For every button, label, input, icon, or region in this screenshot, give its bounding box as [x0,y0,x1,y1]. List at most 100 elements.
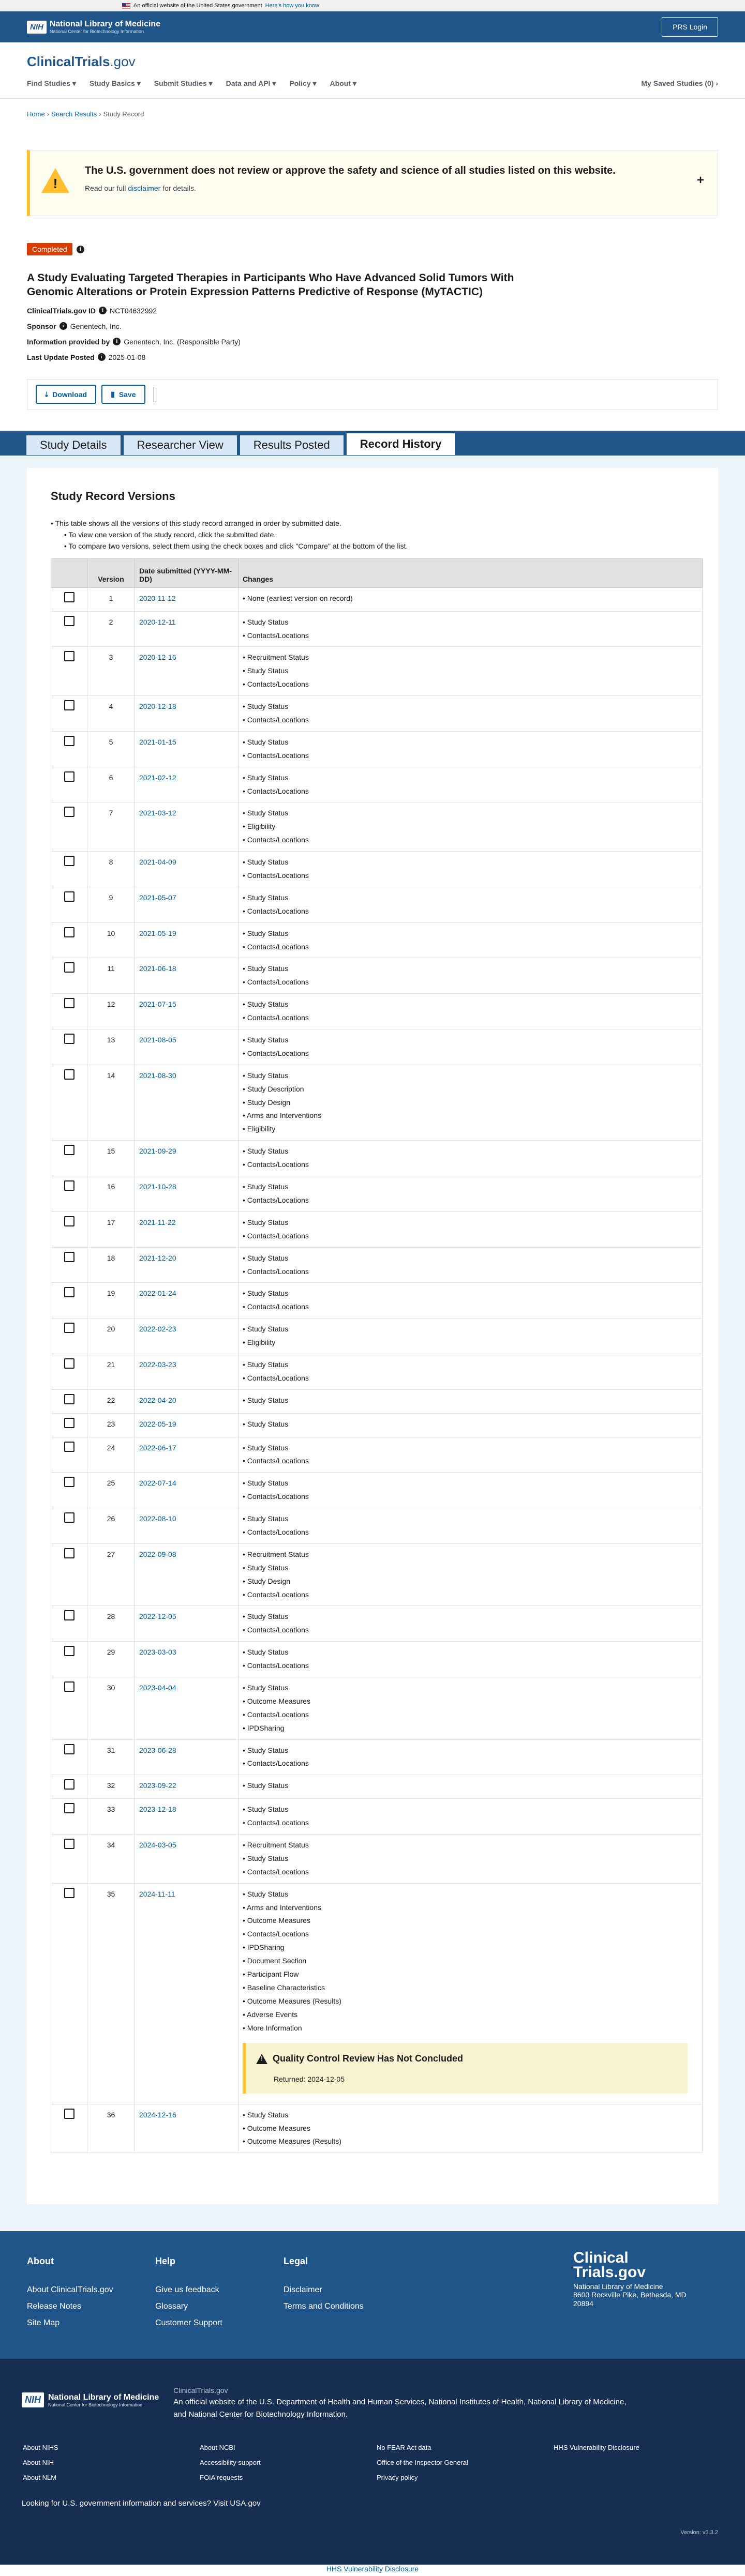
version-date-link[interactable]: 2022-12-05 [139,1612,176,1620]
version-checkbox[interactable] [64,1287,74,1298]
footer-link[interactable]: Accessibility support [200,2459,377,2466]
disclaimer-link[interactable]: disclaimer [128,184,160,192]
tab-researcher-view[interactable]: Researcher View [123,434,237,456]
usa-gov-link[interactable]: Visit USA.gov [213,2499,260,2508]
hhs-link[interactable]: U.S. Department of Health and Human Serv… [259,2398,424,2406]
heres-how-link[interactable]: Here's how you know [265,3,319,9]
info-icon[interactable]: i [97,353,106,361]
version-checkbox[interactable] [64,927,74,937]
version-checkbox[interactable] [64,807,74,817]
tab-results-posted[interactable]: Results Posted [239,434,344,456]
expand-plus-icon[interactable]: + [697,173,704,188]
save-button[interactable]: ▮ Save [101,385,145,404]
footer-link[interactable]: FOIA requests [200,2474,377,2481]
version-date-link[interactable]: 2021-05-07 [139,893,176,902]
version-checkbox[interactable] [64,1803,74,1814]
version-date-link[interactable]: 2020-11-12 [139,594,176,602]
tab-study-details[interactable]: Study Details [26,434,121,456]
version-checkbox[interactable] [64,700,74,711]
version-checkbox[interactable] [64,1358,74,1369]
breadcrumb-search-results[interactable]: Search Results [51,110,97,118]
version-date-link[interactable]: 2022-03-23 [139,1360,176,1369]
version-date-link[interactable]: 2024-11-11 [139,1890,175,1898]
nav-item[interactable]: Data and API ▾ [226,79,276,88]
version-checkbox[interactable] [64,651,74,662]
nav-item[interactable]: Study Basics ▾ [90,79,141,88]
version-checkbox[interactable] [64,1069,74,1080]
version-date-link[interactable]: 2021-07-15 [139,1000,176,1008]
footer-link[interactable]: Glossary [155,2302,284,2311]
nav-item[interactable]: About ▾ [330,79,356,88]
version-checkbox[interactable] [64,1839,74,1849]
version-date-link[interactable]: 2024-03-05 [139,1841,176,1849]
version-date-link[interactable]: 2021-01-15 [139,738,176,746]
version-checkbox[interactable] [64,1417,74,1428]
version-checkbox[interactable] [64,1477,74,1488]
version-date-link[interactable]: 2022-05-19 [139,1420,176,1428]
footer-link[interactable]: About NLM [23,2474,200,2481]
breadcrumb-home[interactable]: Home [27,110,45,118]
version-checkbox[interactable] [64,1744,74,1754]
version-checkbox[interactable] [64,1393,74,1404]
vulnerability-disclosure-link[interactable]: HHS Vulnerability Disclosure [326,2565,419,2573]
version-checkbox[interactable] [64,1034,74,1044]
version-date-link[interactable]: 2021-09-29 [139,1147,176,1155]
clinicaltrials-logo[interactable]: ClinicalTrials.gov [27,54,718,70]
nih-link[interactable]: National Institutes of Health [429,2398,524,2406]
version-checkbox[interactable] [64,1779,74,1790]
version-date-link[interactable]: 2021-02-12 [139,774,176,782]
footer-link[interactable]: Customer Support [155,2319,284,2328]
version-date-link[interactable]: 2022-06-17 [139,1444,176,1452]
tab-record-history[interactable]: Record History [346,432,456,456]
version-checkbox[interactable] [64,891,74,902]
version-date-link[interactable]: 2021-10-28 [139,1183,176,1191]
version-date-link[interactable]: 2023-06-28 [139,1746,176,1754]
version-checkbox[interactable] [64,771,74,782]
version-checkbox[interactable] [64,2108,74,2119]
ncbi-link[interactable]: National Center for Biotechnology Inform… [188,2410,346,2419]
version-date-link[interactable]: 2021-08-30 [139,1071,176,1080]
version-checkbox[interactable] [64,735,74,746]
footer-link[interactable]: HHS Vulnerability Disclosure [554,2444,709,2451]
version-date-link[interactable]: 2022-04-20 [139,1396,176,1404]
footer-link[interactable]: About NIH [23,2459,200,2466]
version-date-link[interactable]: 2021-11-22 [139,1218,176,1226]
info-icon[interactable]: i [99,307,107,315]
version-date-link[interactable]: 2022-02-23 [139,1325,176,1333]
version-checkbox[interactable] [64,1180,74,1191]
version-date-link[interactable]: 2023-04-04 [139,1684,176,1692]
info-icon[interactable]: i [59,322,67,330]
footer-link[interactable]: Disclaimer [284,2285,412,2295]
nav-item[interactable]: Find Studies ▾ [27,79,76,88]
footer-ct-logo[interactable]: Clinical Trials.gov [573,2250,708,2280]
footer-link[interactable]: Office of the Inspector General [377,2459,554,2466]
version-date-link[interactable]: 2020-12-11 [139,618,176,626]
version-date-link[interactable]: 2023-12-18 [139,1805,176,1813]
nlm-link[interactable]: National Library of Medicine [528,2398,624,2406]
version-date-link[interactable]: 2021-04-09 [139,858,176,866]
version-date-link[interactable]: 2021-12-20 [139,1254,176,1262]
footer-link[interactable]: No FEAR Act data [377,2444,554,2451]
version-checkbox[interactable] [64,1323,74,1334]
footer-link[interactable]: About ClinicalTrials.gov [27,2285,155,2295]
version-checkbox[interactable] [64,1251,74,1262]
footer-link[interactable]: Privacy policy [377,2474,554,2481]
prs-login-button[interactable]: PRS Login [662,17,718,37]
version-checkbox[interactable] [64,1216,74,1226]
version-date-link[interactable]: 2021-05-19 [139,929,176,937]
nav-item[interactable]: Policy ▾ [289,79,316,88]
version-date-link[interactable]: 2021-06-18 [139,964,176,973]
version-checkbox[interactable] [64,998,74,1009]
version-checkbox[interactable] [64,856,74,867]
version-date-link[interactable]: 2022-09-08 [139,1550,176,1558]
version-date-link[interactable]: 2022-07-14 [139,1479,176,1487]
version-checkbox[interactable] [64,1548,74,1558]
info-icon[interactable]: i [113,338,121,346]
footer-link[interactable]: Release Notes [27,2302,155,2311]
footer-link[interactable]: About NIHS [23,2444,200,2451]
my-saved-studies[interactable]: My Saved Studies (0) › [641,79,718,88]
version-checkbox[interactable] [64,1646,74,1657]
version-date-link[interactable]: 2023-09-22 [139,1781,176,1790]
version-checkbox[interactable] [64,1681,74,1692]
footer-nih-logo[interactable]: NIH National Library of Medicine Nationa… [22,2385,159,2416]
